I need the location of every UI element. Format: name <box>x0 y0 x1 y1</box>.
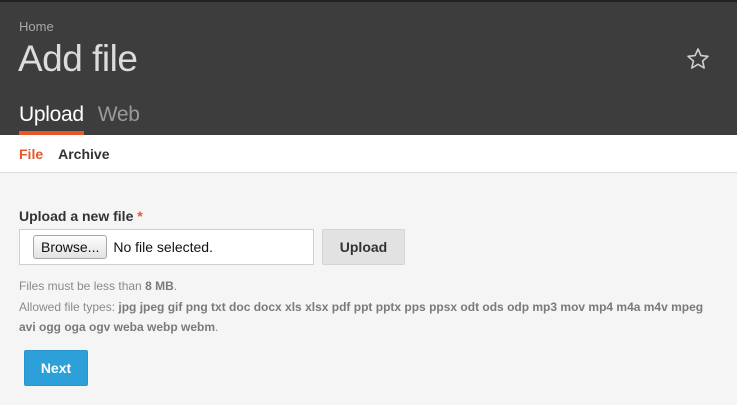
file-input[interactable]: Browse... No file selected. <box>19 229 314 265</box>
tab-upload[interactable]: Upload <box>19 103 84 135</box>
required-marker: * <box>137 208 143 224</box>
types-prefix: Allowed file types: <box>19 300 116 314</box>
size-prefix: Files must be less than <box>19 279 142 293</box>
page-header: Home Add file Upload Web <box>0 0 737 135</box>
types-suffix: . <box>215 320 219 334</box>
size-suffix: . <box>173 279 178 293</box>
subtab-file[interactable]: File <box>19 146 43 162</box>
upload-field-label: Upload a new file * <box>19 208 737 224</box>
next-button[interactable]: Next <box>24 350 88 386</box>
upload-row: Browse... No file selected. Upload <box>19 229 737 265</box>
breadcrumb-home[interactable]: Home <box>19 19 54 34</box>
tab-web[interactable]: Web <box>98 103 140 135</box>
browse-button[interactable]: Browse... <box>33 235 108 259</box>
secondary-tabs: File Archive <box>0 135 737 173</box>
size-limit: 8 MB <box>145 279 174 293</box>
star-icon[interactable] <box>686 47 710 71</box>
upload-label-text: Upload a new file <box>19 208 134 224</box>
upload-button[interactable]: Upload <box>322 229 405 265</box>
allowed-types: jpg jpeg gif png txt doc docx xls xlsx p… <box>19 300 704 334</box>
page-title: Add file <box>18 38 138 79</box>
types-help-text: Allowed file types: jpg jpeg gif png txt… <box>19 297 709 337</box>
file-status: No file selected. <box>113 239 213 255</box>
upload-form: Upload a new file * Browse... No file se… <box>0 173 737 386</box>
subtab-archive[interactable]: Archive <box>58 146 109 162</box>
size-help-text: Files must be less than 8 MB. <box>19 276 737 296</box>
primary-tabs: Upload Web <box>19 103 140 135</box>
